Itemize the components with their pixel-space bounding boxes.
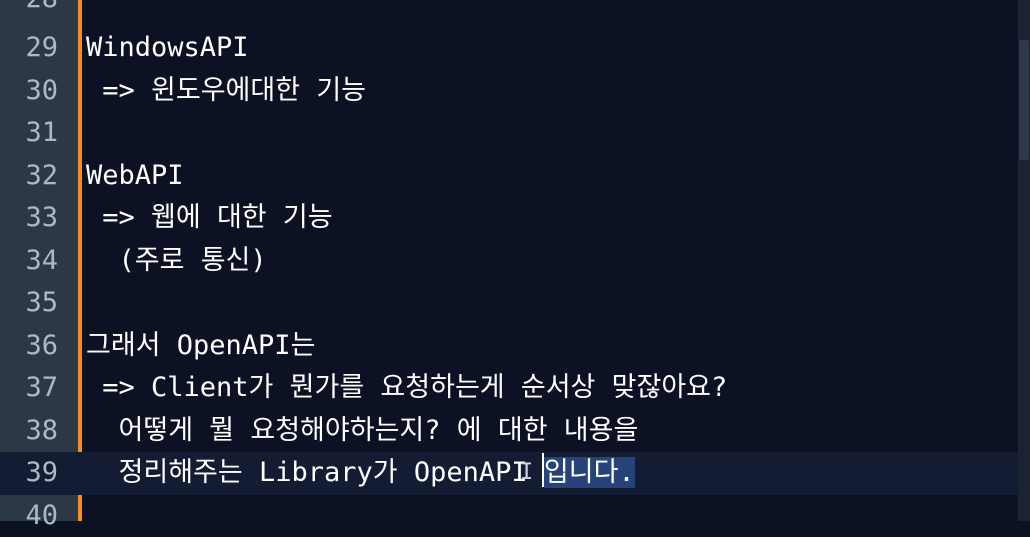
editor-line[interactable]: 28: [0, 0, 1018, 21]
line-text: => 윈도우에대한 기능: [86, 70, 366, 113]
text-selection: 입니다.: [544, 457, 635, 488]
code-editor[interactable]: 28 29 WindowsAPI 30 => 윈도우에대한 기능 31 32 W…: [0, 0, 1030, 521]
line-number: 34: [0, 240, 58, 283]
editor-line[interactable]: 34 (주로 통신): [0, 240, 1018, 283]
editor-line[interactable]: 30 => 윈도우에대한 기능: [0, 70, 1018, 113]
line-number: 40: [0, 495, 58, 537]
line-number: 33: [0, 197, 58, 240]
editor-line[interactable]: 32 WebAPI: [0, 155, 1018, 198]
line-text: 정리해주는 Library가 OpenAPI 입니다.: [86, 452, 635, 495]
editor-line[interactable]: 29 WindowsAPI: [0, 27, 1018, 70]
line-text: 그래서 OpenAPI는: [86, 325, 315, 368]
line-text-before-selection: 정리해주는 Library가 OpenAPI: [86, 457, 544, 488]
editor-line[interactable]: 40: [0, 495, 1018, 537]
editor-line[interactable]: 31: [0, 112, 1018, 155]
line-text: => Client가 뭔가를 요청하는게 순서상 맞잖아요?: [86, 367, 727, 410]
line-number: 30: [0, 70, 58, 113]
line-number: 39: [0, 452, 58, 495]
editor-line[interactable]: 36 그래서 OpenAPI는: [0, 325, 1018, 368]
line-number: 38: [0, 410, 58, 453]
editor-line-current[interactable]: 39 정리해주는 Library가 OpenAPI 입니다. I: [0, 452, 1018, 495]
i-beam-cursor-icon: I: [520, 460, 530, 486]
line-text: (주로 통신): [86, 240, 267, 283]
editor-line[interactable]: 33 => 웹에 대한 기능: [0, 197, 1018, 240]
scrollbar-thumb[interactable]: [1019, 40, 1029, 160]
line-text: 어떻게 뭘 요청해야하는지? 에 대한 내용을: [86, 410, 638, 453]
vertical-scrollbar[interactable]: [1018, 0, 1030, 521]
line-number: 32: [0, 155, 58, 198]
line-number: 29: [0, 27, 58, 70]
editor-line[interactable]: 38 어떻게 뭘 요청해야하는지? 에 대한 내용을: [0, 410, 1018, 453]
line-number: 31: [0, 112, 58, 155]
line-number: 36: [0, 325, 58, 368]
line-text: WebAPI: [86, 155, 184, 198]
editor-line[interactable]: 35: [0, 282, 1018, 325]
line-number: 35: [0, 282, 58, 325]
line-number: 37: [0, 367, 58, 410]
editor-line[interactable]: 37 => Client가 뭔가를 요청하는게 순서상 맞잖아요?: [0, 367, 1018, 410]
line-text: WindowsAPI: [86, 27, 249, 70]
line-number: 28: [0, 0, 58, 21]
line-text: => 웹에 대한 기능: [86, 197, 333, 240]
